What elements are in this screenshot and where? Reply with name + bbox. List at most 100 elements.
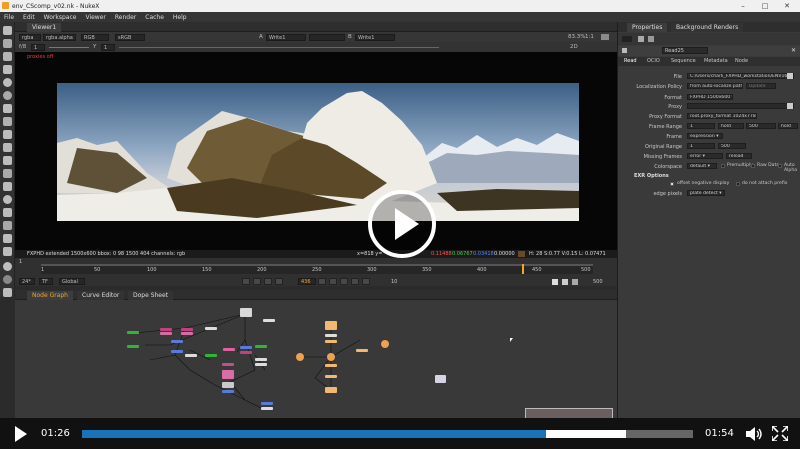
offset-negative-checkbox[interactable]	[670, 182, 674, 186]
menu-help[interactable]: Help	[173, 14, 187, 21]
gain-field[interactable]: 1	[31, 43, 45, 51]
node-name-field[interactable]: Read25	[662, 47, 708, 54]
settings-tool-icon[interactable]	[3, 288, 12, 297]
proxy-browse-icon[interactable]	[787, 103, 793, 109]
dag-node[interactable]	[205, 327, 217, 330]
input-a-select[interactable]: Write1	[266, 33, 306, 41]
premultiply-checkbox[interactable]	[721, 164, 725, 168]
loop-button[interactable]	[362, 278, 370, 285]
go-end-button[interactable]	[351, 278, 359, 285]
tab-curve-editor[interactable]: Curve Editor	[77, 291, 125, 300]
next-key-button[interactable]	[340, 278, 348, 285]
node-color-icon[interactable]	[622, 48, 627, 53]
dag-node[interactable]	[435, 375, 446, 383]
play-back-button[interactable]	[275, 278, 283, 285]
maximize-icon[interactable]: □	[755, 0, 775, 12]
flipbook-icon[interactable]	[552, 279, 558, 285]
filter-tool-icon[interactable]	[3, 91, 12, 100]
prev-key-button[interactable]	[253, 278, 261, 285]
menu-edit[interactable]: Edit	[23, 14, 35, 21]
dag-dot-node[interactable]	[296, 353, 304, 361]
dag-node[interactable]	[263, 319, 275, 322]
colorspace-select[interactable]: default ▾	[687, 163, 717, 169]
time-tool-icon[interactable]	[3, 52, 12, 61]
menu-file[interactable]: File	[4, 14, 14, 21]
dag-node[interactable]	[325, 334, 337, 337]
input-b-select[interactable]: Write1	[355, 33, 395, 41]
dag-node[interactable]	[261, 402, 273, 405]
dag-node[interactable]	[181, 332, 193, 335]
missing-frames-select[interactable]: error ▾	[687, 153, 723, 159]
dag-node[interactable]	[325, 321, 337, 330]
tab-viewer1[interactable]: Viewer1	[27, 23, 62, 32]
menu-cache[interactable]: Cache	[145, 14, 164, 21]
progress-track[interactable]	[82, 430, 693, 438]
merge-tool-icon[interactable]	[3, 117, 12, 126]
fullscreen-icon[interactable]	[771, 425, 789, 442]
volume-icon[interactable]	[746, 427, 762, 441]
dag-node[interactable]	[325, 375, 337, 378]
in-out-icon[interactable]	[562, 279, 568, 285]
zoom-readout[interactable]: 83.3%	[568, 32, 585, 42]
frame-range-end[interactable]: 500	[746, 123, 776, 129]
minimize-icon[interactable]: –	[733, 0, 753, 12]
dag-node[interactable]	[171, 350, 183, 353]
dag-node[interactable]	[222, 370, 234, 379]
channel-select[interactable]: rgba.alpha	[43, 33, 76, 41]
tab-dope-sheet[interactable]: Dope Sheet	[128, 291, 174, 300]
subtab-ocio[interactable]: OCIO	[647, 58, 660, 64]
dag-node[interactable]	[240, 351, 252, 354]
dag-dot-node[interactable]	[381, 340, 389, 348]
subtab-metadata[interactable]: Metadata	[704, 58, 728, 64]
dag-node[interactable]	[127, 331, 139, 334]
deep-tool-icon[interactable]	[3, 208, 12, 217]
dag-node[interactable]	[222, 390, 234, 393]
dag-node[interactable]	[222, 363, 234, 366]
raw-data-checkbox[interactable]	[751, 164, 755, 168]
globe-tool-icon[interactable]	[3, 262, 12, 271]
tf-select[interactable]: TF	[39, 278, 53, 285]
dag-node[interactable]	[222, 382, 234, 388]
keyer-tool-icon[interactable]	[3, 104, 12, 113]
other-tool-icon[interactable]	[3, 234, 12, 243]
subtab-node[interactable]: Node	[735, 58, 748, 64]
proxy-format-select[interactable]: root.proxy_format 1024x778 ▾	[687, 113, 757, 119]
channel-tool-icon[interactable]	[3, 65, 12, 74]
subtab-sequence[interactable]: Sequence	[671, 58, 696, 64]
max-panels-field[interactable]	[622, 36, 632, 42]
dag-node[interactable]	[325, 340, 337, 343]
dag-node[interactable]	[181, 328, 193, 331]
dag-node[interactable]	[255, 345, 267, 348]
menu-render[interactable]: Render	[115, 14, 136, 21]
frame-increment[interactable]: 10	[391, 279, 397, 285]
auto-alpha-checkbox[interactable]	[778, 164, 782, 168]
proxy-field[interactable]	[687, 103, 794, 109]
file-field[interactable]: C:/Users/charli_FXPHD_workstation/ENV162…	[687, 73, 794, 79]
color-tool-icon[interactable]	[3, 78, 12, 87]
3d-tool-icon[interactable]	[3, 143, 12, 152]
view-mode-readout[interactable]: 2D	[570, 42, 578, 52]
dag-node[interactable]	[356, 349, 368, 352]
localization-select[interactable]: from auto-localize path	[687, 83, 743, 89]
frame-mode-select[interactable]: expression ▾	[687, 133, 723, 139]
particles-tool-icon[interactable]	[3, 195, 12, 204]
original-range-start[interactable]: 1	[687, 143, 715, 149]
clear-icon[interactable]	[648, 36, 654, 42]
toolsets-tool-icon[interactable]	[3, 182, 12, 191]
current-frame-field[interactable]: 436	[298, 278, 316, 285]
no-prefix-checkbox[interactable]	[736, 182, 740, 186]
furnace-tool-icon[interactable]	[3, 221, 12, 230]
transform-tool-icon[interactable]	[3, 130, 12, 139]
dag-node[interactable]	[223, 348, 235, 351]
format-select[interactable]: FXPHD 1500x600 ▾	[687, 94, 733, 100]
draw-tool-icon[interactable]	[3, 39, 12, 48]
colorspace-b-select[interactable]: sRGB	[115, 33, 145, 41]
fps-select[interactable]: 24*	[19, 278, 35, 285]
metadata-tool-icon[interactable]	[3, 169, 12, 178]
colorspace-a-select[interactable]: RGB	[81, 33, 109, 41]
tab-node-graph[interactable]: Node Graph	[27, 291, 73, 300]
timeline[interactable]: 1 50 100 150 200 250 300 350 400 450 500…	[15, 258, 617, 286]
frame-range-start[interactable]: 1	[687, 123, 715, 129]
channel-layer-select[interactable]: rgba	[19, 33, 41, 41]
dag-node[interactable]	[240, 308, 252, 317]
